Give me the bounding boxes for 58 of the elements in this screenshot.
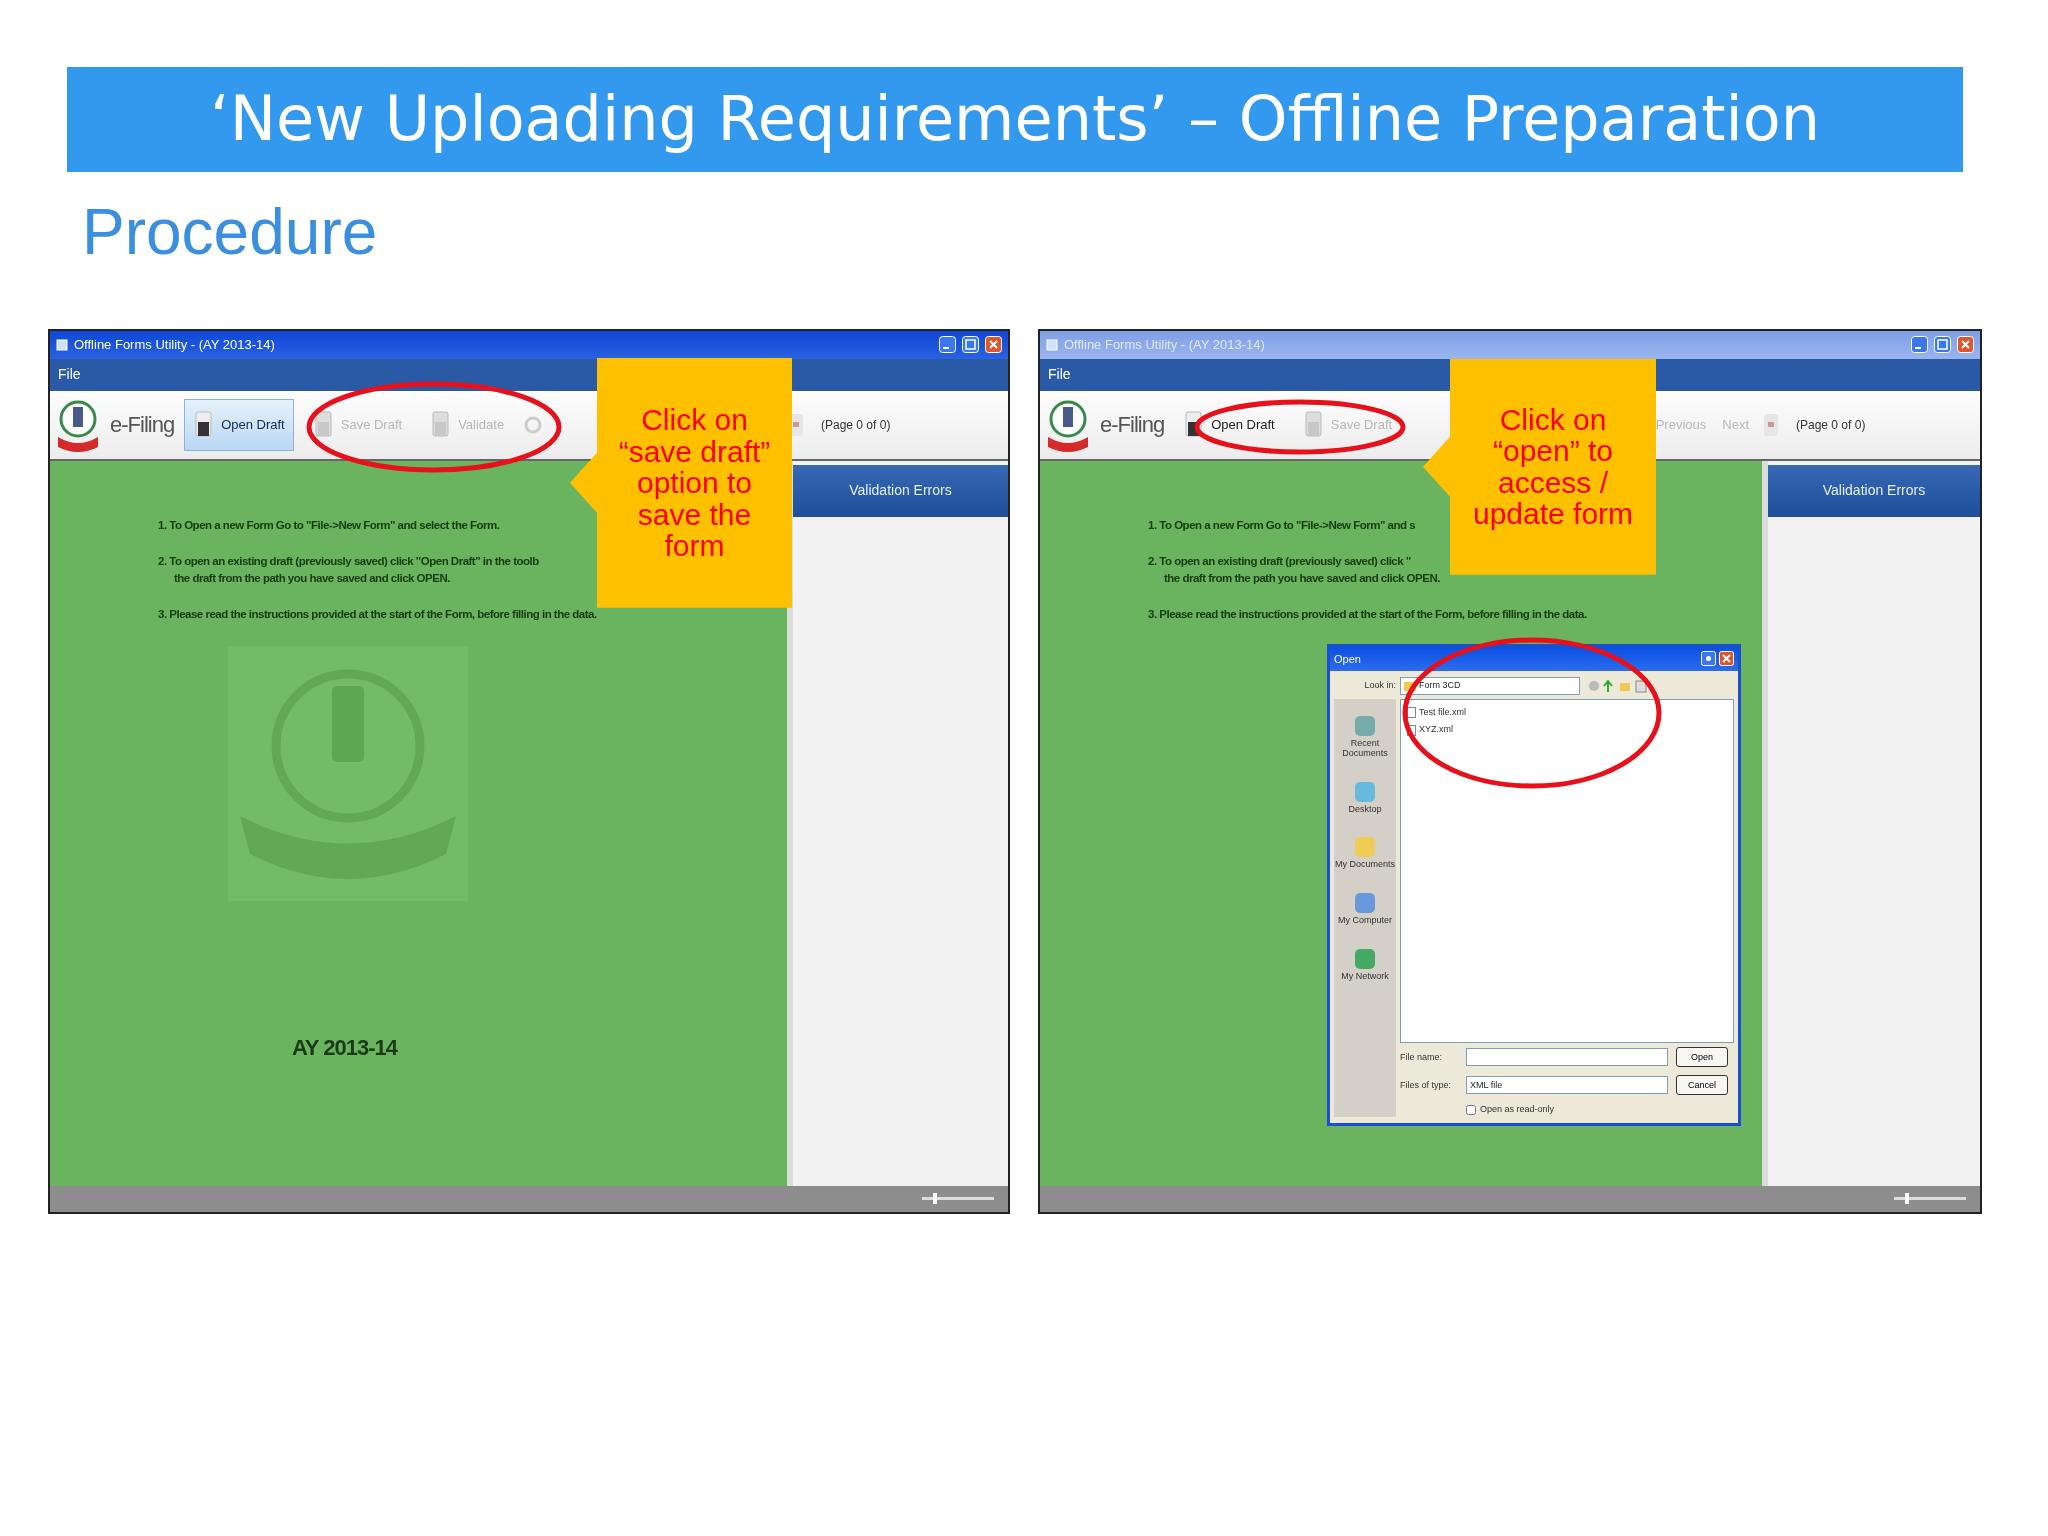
field-label: Files of type: [1400, 1078, 1453, 1092]
document-icon [312, 409, 335, 440]
app-icon [56, 338, 68, 351]
toolbar-button[interactable]: Open Draft [1174, 398, 1284, 451]
instruction-text: the draft from the path you have saved and click OPEN. [174, 572, 450, 587]
place-item[interactable]: My Documents [1335, 834, 1395, 871]
brand-name: e-Filing [1100, 411, 1165, 440]
minimize-icon[interactable] [939, 336, 956, 354]
instruction-text: 1. To Open a new Form Go to "File->New Form" and select the Form. [158, 518, 500, 533]
place-item[interactable]: Desktop [1348, 778, 1382, 815]
slide-title: ‘New Uploading Requirements’ – Offline Preparation [210, 85, 1820, 154]
panel-header: Validation Errors [1768, 464, 1980, 517]
instruction-text: 3. Please read the instructions provided at the start of the Form, before filling in the data. [1148, 608, 1587, 622]
document-icon [1302, 409, 1325, 440]
open-button[interactable]: Open [1676, 1047, 1728, 1068]
place-item[interactable]: My Computer [1338, 890, 1392, 927]
cancel-button[interactable]: Cancel [1676, 1075, 1728, 1096]
instruction-text: the draft from the path you have saved and click OPEN. [1164, 572, 1440, 587]
brand-name: e-Filing [110, 411, 175, 440]
instruction-text: 2. To open an existing draft (previously saved) click "Open Draft" in the toolb [158, 554, 539, 569]
instruction-text: 2. To open an existing draft (previously saved) click " [1148, 554, 1411, 569]
dialog-title: Open [1334, 651, 1361, 667]
place-item[interactable]: Recent Documents [1334, 712, 1396, 759]
checkbox[interactable] [1466, 1105, 1476, 1116]
slider-thumb[interactable] [1904, 1193, 1909, 1205]
page-indicator: (Page 0 of 0) [1796, 416, 1866, 434]
window-title: Offline Forms Utility - (AY 2013-14) [1064, 336, 1265, 355]
maximize-icon[interactable] [962, 336, 979, 354]
panel-header: Validation Errors [793, 464, 1008, 517]
folder-icon [1404, 680, 1416, 691]
app-icon [1046, 338, 1058, 351]
look-in-dropdown[interactable]: Form 3CD [1400, 676, 1580, 695]
maximize-icon[interactable] [1934, 336, 1951, 354]
instruction-text: 1. To Open a new Form Go to "File->New Form" and s [1148, 518, 1416, 533]
slide-subtitle: Procedure [82, 195, 378, 270]
page-indicator: (Page 0 of 0) [821, 416, 891, 434]
close-icon[interactable] [1957, 336, 1974, 354]
menu-item[interactable]: File [58, 364, 81, 386]
window-title: Offline Forms Utility - (AY 2013-14) [74, 336, 275, 355]
close-icon[interactable] [1719, 651, 1734, 667]
instruction-text: 3. Please read the instructions provided at the start of the Form, before filling in the data. [158, 608, 597, 622]
toolbar-button[interactable]: Open Draft [184, 398, 294, 451]
place-item[interactable]: My Network [1341, 946, 1389, 983]
year-label: AY 2013-14 [292, 1034, 397, 1062]
menu-item[interactable]: File [1048, 364, 1071, 386]
file-name-field[interactable] [1466, 1048, 1668, 1067]
file-type-dropdown[interactable]: XML file [1466, 1076, 1668, 1095]
file-icon [1407, 707, 1416, 719]
toolbar-icons-drawing[interactable] [1588, 678, 1650, 693]
minimize-icon[interactable] [1911, 336, 1928, 354]
slider-thumb[interactable] [932, 1193, 937, 1205]
look-in-label: Look in: [1363, 679, 1396, 693]
close-icon[interactable] [985, 336, 1002, 354]
help-icon[interactable] [1701, 651, 1716, 667]
page-icon [1762, 411, 1780, 438]
file-entry[interactable]: Test file.xml [1407, 705, 1466, 720]
field-label: File name: [1400, 1050, 1444, 1064]
checkbox-label: Open as read-only [1480, 1103, 1555, 1117]
